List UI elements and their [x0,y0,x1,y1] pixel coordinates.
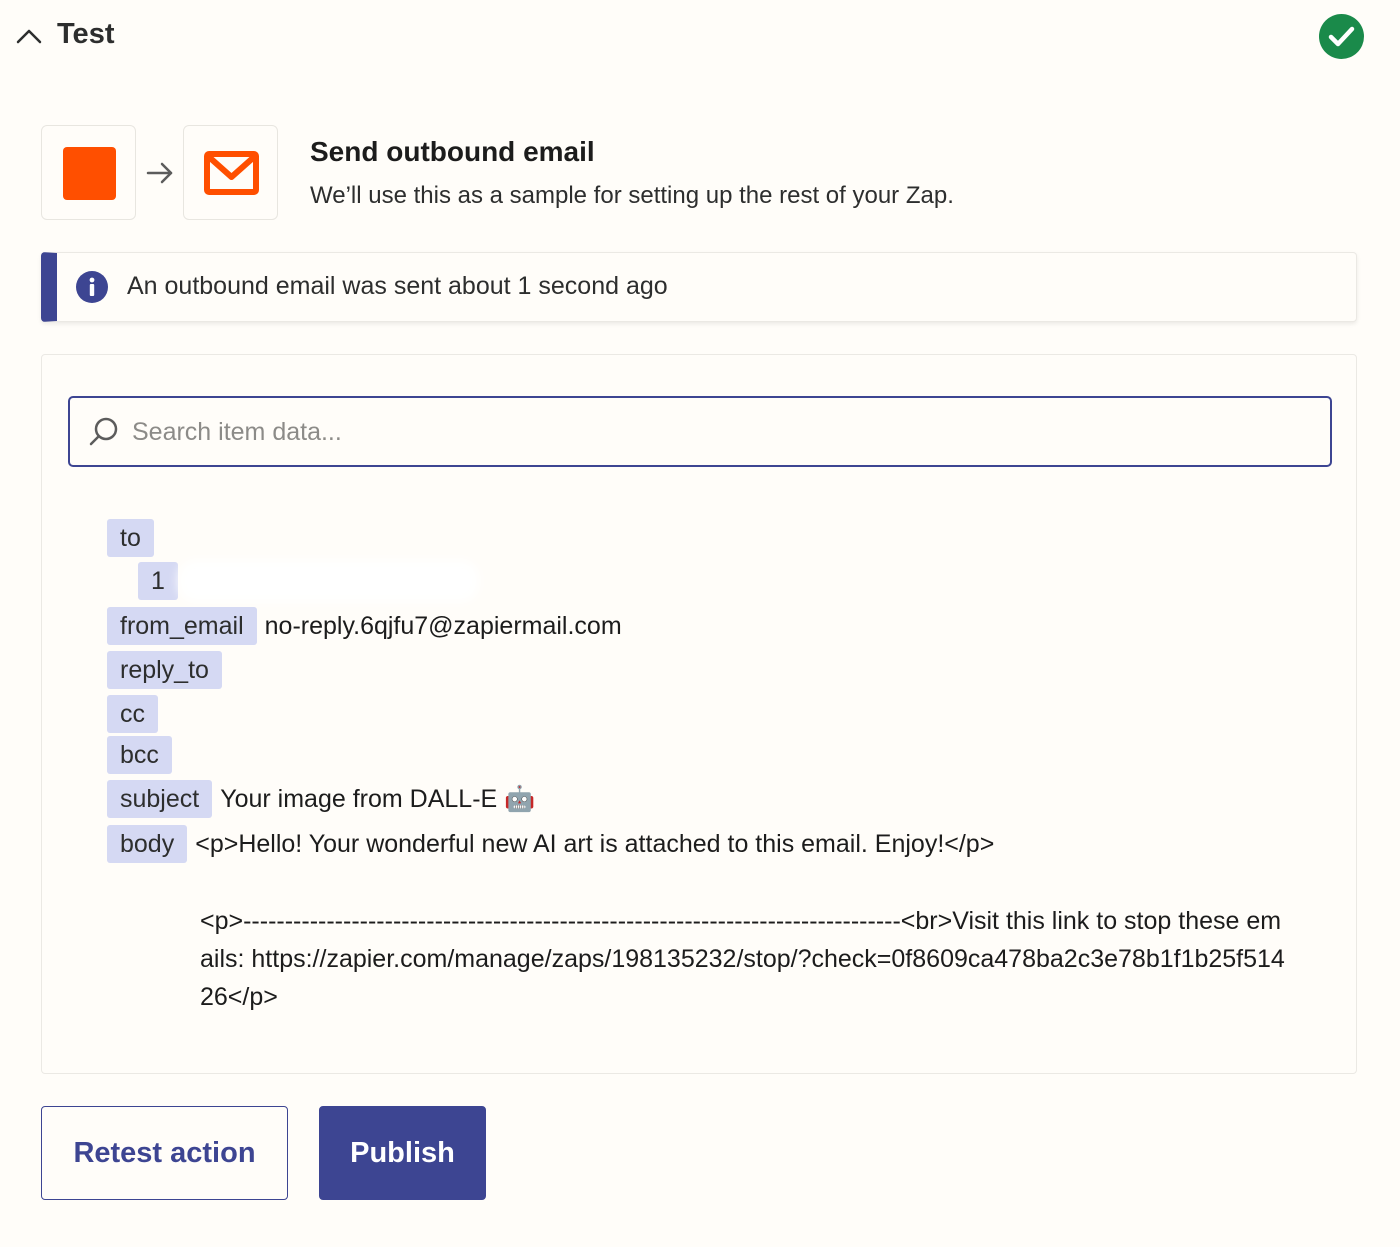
search-box[interactable] [68,396,1332,467]
search-input[interactable] [132,410,1312,454]
info-icon [76,271,108,303]
field-key: subject [107,780,213,818]
success-check-icon [1319,14,1364,59]
field-row-body: body <p>Hello! Your wonderful new AI art… [107,825,994,863]
field-row-subject: subject Your image from DALL-E 🤖 [107,780,535,818]
field-key: 1 [138,562,178,600]
field-row-to: to [107,519,154,557]
field-value: <p>Hello! Your wonderful new AI art is a… [195,829,995,858]
field-row-reply-to: reply_to [107,651,222,689]
search-icon [89,417,118,446]
banner-text: An outbound email was sent about 1 secon… [127,272,668,300]
field-value: Your image from DALL-E 🤖 [220,784,536,813]
section-title: Test [57,18,115,50]
redacted-value [185,568,471,594]
field-key: bcc [107,736,172,774]
arrow-right-icon [146,162,173,184]
orange-square-icon [63,147,116,200]
retest-action-button[interactable]: Retest action [41,1106,288,1200]
field-value: no-reply.6qjfu7@zapiermail.com [264,611,622,640]
field-key: body [107,825,188,863]
publish-button[interactable]: Publish [319,1106,486,1200]
field-row-bcc: bcc [107,736,172,774]
info-banner: An outbound email was sent about 1 secon… [41,252,1357,322]
collapse-button[interactable] [14,22,44,50]
step-description: We’ll use this as a sample for setting u… [310,182,954,209]
trigger-app-icon [41,125,136,220]
action-app-icon [183,125,278,220]
chevron-up-icon [16,29,42,44]
field-row-to-1: 1 [138,562,471,600]
field-row-cc: cc [107,695,158,733]
field-key: cc [107,695,158,733]
field-key: to [107,519,154,557]
body-continuation: <p>-------------------------------------… [200,907,1285,1011]
email-icon [204,151,259,195]
step-title: Send outbound email [310,136,595,167]
field-row-from-email: from_email no-reply.6qjfu7@zapiermail.co… [107,607,622,645]
field-key: reply_to [107,651,222,689]
field-key: from_email [107,607,257,645]
item-data-panel: to 1 from_email no-reply.6qjfu7@zapierma… [41,354,1357,1074]
test-section: Test Send outbound email We’ll use this … [0,0,1400,1247]
section-header: Test [0,0,1400,80]
